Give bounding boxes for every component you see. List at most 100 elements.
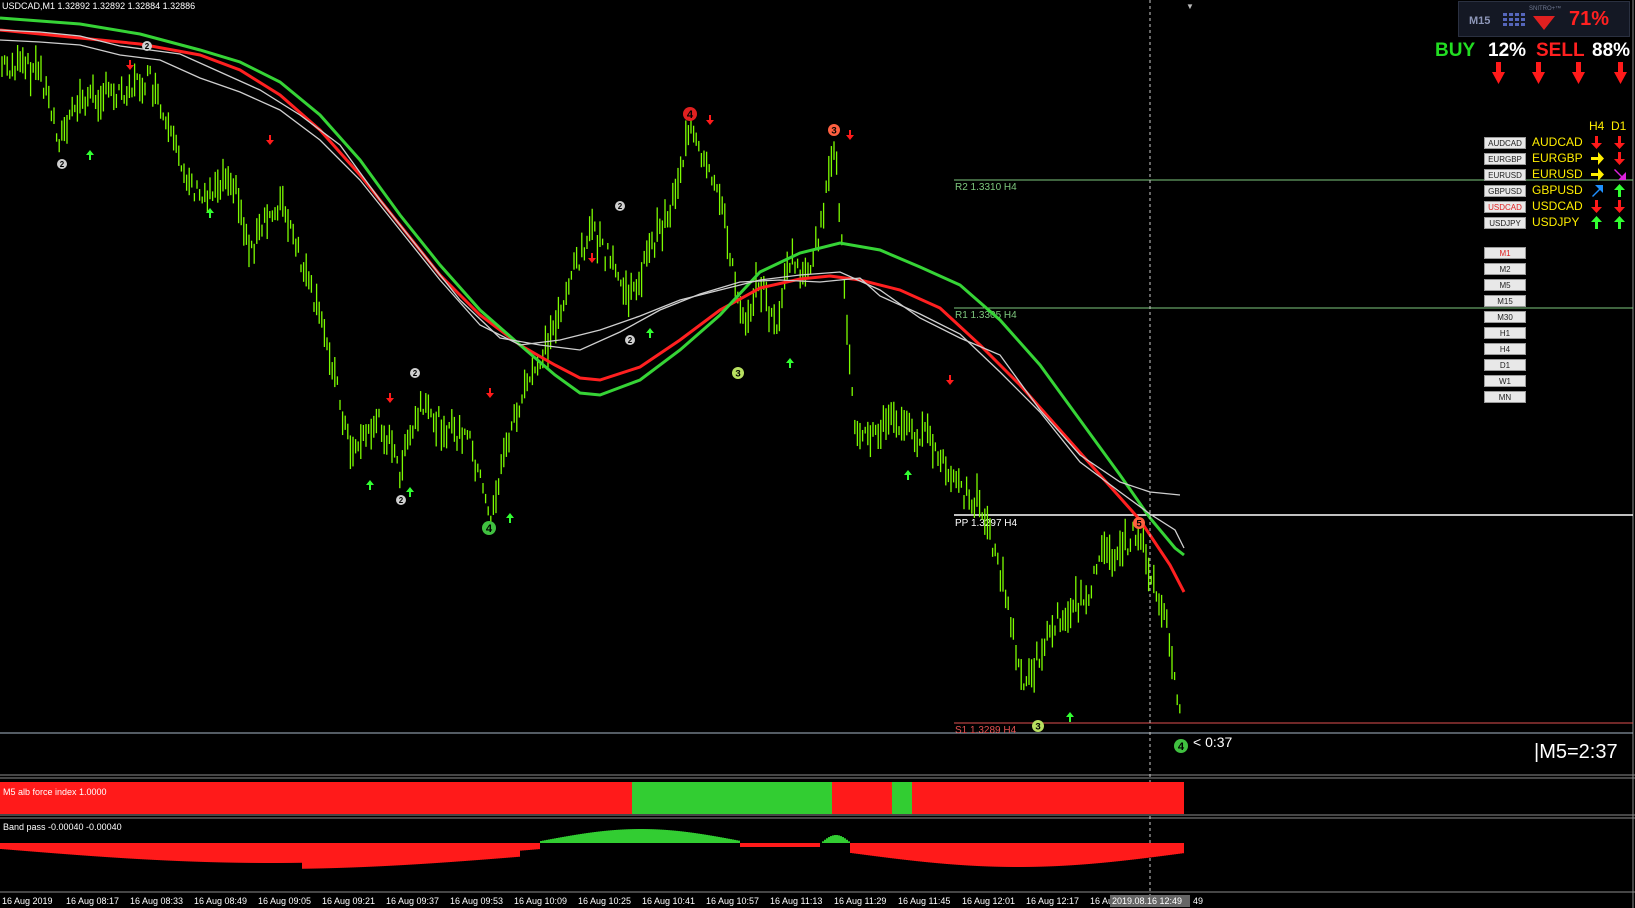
timeframe-button-m5[interactable]: M5	[1484, 279, 1526, 291]
band-pass-bar	[598, 831, 600, 843]
band-pass-bar	[772, 843, 774, 847]
down-arrow-icon	[706, 115, 714, 125]
band-pass-bar	[272, 843, 274, 863]
band-pass-bar	[612, 830, 614, 843]
band-pass-bar	[470, 843, 472, 861]
timeframe-button-d1[interactable]: D1	[1484, 359, 1526, 371]
band-pass-bar	[700, 833, 702, 843]
band-pass-bar	[1032, 843, 1034, 867]
band-pass-bar	[10, 843, 12, 850]
band-pass-bar	[936, 843, 938, 864]
band-pass-bar	[924, 843, 926, 862]
band-pass-bar	[578, 834, 580, 843]
band-pass-bar	[762, 843, 764, 847]
band-pass-bar	[584, 833, 586, 843]
band-pass-bar	[760, 843, 762, 847]
timeframe-button-m2[interactable]: M2	[1484, 263, 1526, 275]
band-pass-bar	[56, 843, 58, 854]
band-pass-bar	[38, 843, 40, 853]
band-pass-bar	[326, 843, 328, 869]
band-pass-bar	[270, 843, 272, 863]
band-pass-bar	[250, 843, 252, 863]
band-pass-bar	[482, 843, 484, 860]
pair-button-audcad[interactable]: AUDCAD	[1484, 137, 1526, 149]
band-pass-bar	[280, 843, 282, 863]
band-pass-bar	[548, 839, 550, 843]
band-pass-bar	[476, 843, 478, 861]
band-pass-bar	[302, 843, 304, 869]
timeframe-button-m15[interactable]: M15	[1484, 295, 1526, 307]
wave-marker-label: 4	[486, 523, 493, 535]
timeframe-button-m1[interactable]: M1	[1484, 247, 1526, 259]
band-pass-bar	[456, 843, 458, 862]
band-pass-bar	[1150, 843, 1152, 858]
band-pass-bar	[720, 837, 722, 843]
timeframe-button-m30[interactable]: M30	[1484, 311, 1526, 323]
chart-header: USDCAD,M1 1.32892 1.32892 1.32884 1.3288…	[2, 1, 195, 11]
band-pass-bar	[798, 843, 800, 847]
wave-marker: 2	[142, 41, 152, 51]
pair-button-eurgbp[interactable]: EURGBP	[1484, 153, 1526, 165]
up-arrow-icon	[366, 480, 374, 490]
band-pass-bar	[460, 843, 462, 862]
band-pass-bar	[1168, 843, 1170, 856]
band-pass-bar	[794, 843, 796, 847]
timeframe-button-mn[interactable]: MN	[1484, 391, 1526, 403]
band-pass-bar	[42, 843, 44, 853]
band-pass-bar	[148, 843, 150, 860]
pair-button-gbpusd[interactable]: GBPUSD	[1484, 185, 1526, 197]
metatrader-chart-window[interactable]: R2 1.3310 H4 R1 1.3305 H4 PP 1.3297 H4 S…	[0, 0, 1635, 908]
band-pass-bar	[906, 843, 908, 861]
band-pass-bar	[314, 843, 316, 869]
band-pass-bar	[870, 843, 872, 856]
band-pass-bar	[322, 843, 324, 869]
pivot-label-r2: R2 1.3310 H4	[955, 182, 1017, 193]
band-pass-bar	[212, 843, 214, 863]
band-pass-bar	[922, 843, 924, 862]
m5-timer: |M5=2:37	[1534, 741, 1618, 763]
band-pass-bar	[306, 843, 308, 869]
band-pass-bar	[940, 843, 942, 864]
band-pass-bar	[66, 843, 68, 855]
band-pass-bar	[628, 829, 630, 843]
timeframe-button-w1[interactable]: W1	[1484, 375, 1526, 387]
band-pass-bar	[728, 838, 730, 843]
timeframe-button-h1[interactable]: H1	[1484, 327, 1526, 339]
band-pass-bar	[938, 843, 940, 864]
timeframe-button-h4[interactable]: H4	[1484, 343, 1526, 355]
band-pass-bar	[780, 843, 782, 847]
band-pass-bar	[824, 839, 826, 843]
band-pass-bar	[248, 843, 250, 863]
pair-button-usdjpy[interactable]: USDJPY	[1484, 217, 1526, 229]
band-pass-bar	[1122, 843, 1124, 861]
band-pass-bar	[516, 843, 518, 857]
band-pass-bar	[402, 843, 404, 866]
time-axis-label: 16 Aug 09:53	[450, 896, 503, 906]
band-pass-bar	[410, 843, 412, 865]
band-pass-bar	[546, 839, 548, 843]
band-pass-bar	[902, 843, 904, 860]
band-pass-bar	[704, 834, 706, 843]
price-chart[interactable]: R2 1.3310 H4 R1 1.3305 H4 PP 1.3297 H4 S…	[0, 0, 1635, 908]
down-arrow-icon	[126, 60, 134, 70]
band-pass-bar	[768, 843, 770, 847]
band-pass-bar	[1092, 843, 1094, 864]
scroll-indicator-icon[interactable]: ▼	[1186, 2, 1194, 11]
timeframe-badge: M15 SNITRO+™ 71%	[1458, 1, 1630, 37]
pair-button-eurusd[interactable]: EURUSD	[1484, 169, 1526, 181]
band-pass-bar	[694, 833, 696, 843]
band-pass-bar	[858, 843, 860, 855]
band-pass-bar	[1068, 843, 1070, 866]
pair-button-usdcad[interactable]: USDCAD	[1484, 201, 1526, 213]
band-pass-bar	[1064, 843, 1066, 866]
band-pass-bar	[624, 829, 626, 843]
band-pass-bar	[674, 830, 676, 843]
band-pass-bar	[512, 843, 514, 858]
band-pass-bar	[686, 831, 688, 843]
band-pass-bar	[880, 843, 882, 857]
band-pass-bar	[374, 843, 376, 867]
band-pass-bar	[1158, 843, 1160, 857]
band-pass-bar	[352, 843, 354, 868]
band-pass-bar	[242, 843, 244, 863]
band-pass-bar	[6, 843, 8, 850]
